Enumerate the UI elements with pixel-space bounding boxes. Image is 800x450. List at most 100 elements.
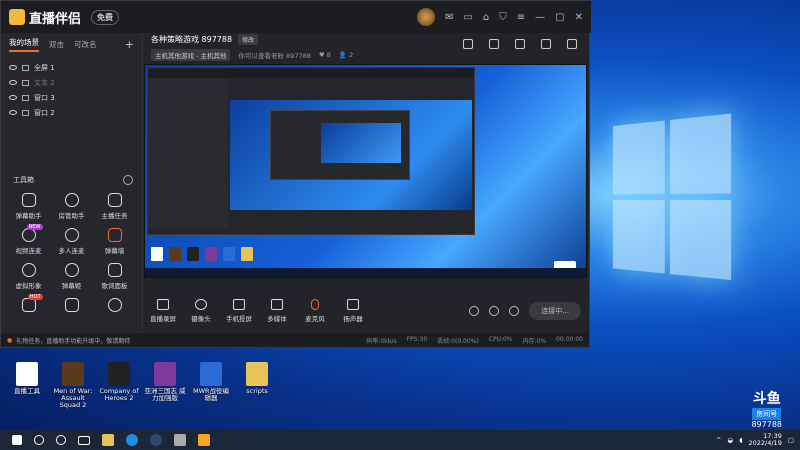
share-icon[interactable] [567, 39, 577, 49]
puzzle-icon [64, 298, 79, 312]
tool-item[interactable]: 虚拟形象 [7, 263, 50, 290]
likes-count: 8 [326, 51, 331, 59]
source-icon [22, 94, 29, 101]
header-actions [463, 39, 577, 49]
lock-icon[interactable] [489, 39, 499, 49]
desktop-icon-label: 亚洲三国志 威力加强版 [144, 387, 186, 403]
tab-my-scenes[interactable]: 我的场景 [9, 37, 39, 52]
control-label: 多媒体 [267, 315, 287, 323]
task-view-icon[interactable] [78, 435, 90, 445]
search-icon[interactable] [34, 435, 44, 445]
volume-icon[interactable]: ◖ [739, 436, 742, 444]
mic-button[interactable]: 麦克风 [296, 299, 334, 323]
desktop-icon[interactable]: 亚洲三国志 威力加强版 [144, 362, 186, 409]
screen-icon[interactable]: ▭ [463, 12, 472, 23]
streaming-app-icon[interactable] [198, 434, 210, 446]
tool-label: 歌词面板 [101, 282, 128, 290]
start-icon[interactable] [12, 435, 22, 445]
media-icon [271, 299, 283, 310]
eye-icon[interactable] [9, 95, 17, 100]
gift-icon[interactable]: ⌂ [483, 12, 489, 23]
douyu-watermark: 斗鱼 房间号 897788 [751, 388, 782, 429]
tool-label: 多人连麦 [58, 247, 85, 255]
tool-item[interactable] [93, 298, 136, 312]
scene-item[interactable]: 文本 2 [1, 75, 142, 90]
scene-label: 窗口 3 [34, 93, 55, 102]
tool-item[interactable]: 歌词面板 [93, 263, 136, 290]
start-live-button[interactable]: 连接中... [529, 302, 581, 320]
scene-item[interactable]: 全屏 1 [1, 60, 142, 75]
steam-icon[interactable] [150, 434, 162, 446]
tool-item[interactable]: 多人连麦 [50, 228, 93, 255]
minimize-icon[interactable]: — [535, 12, 545, 23]
gamepad-icon [107, 298, 122, 312]
tab-double-click[interactable]: 双击 [49, 39, 64, 50]
eye-icon[interactable] [9, 80, 17, 85]
avatar[interactable] [417, 8, 436, 26]
file-explorer-icon[interactable] [102, 434, 114, 446]
tool-item[interactable]: 弹幕助手 [7, 193, 50, 220]
notification-icon[interactable]: ▢ [788, 436, 794, 444]
control-label: 摄像头 [191, 315, 211, 323]
notification-area-icon[interactable]: ^ [716, 436, 721, 444]
maximize-icon[interactable]: ▢ [555, 12, 564, 23]
tool-item[interactable]: 弹幕姬 [50, 263, 93, 290]
gift-icon[interactable] [515, 39, 525, 49]
category-selector[interactable]: 主机其他游戏 - 主机其他 [151, 49, 231, 61]
close-icon[interactable]: ✕ [575, 12, 583, 23]
brand-name: 直播伴侣 [29, 11, 82, 27]
scene-item[interactable]: 窗口 3 [1, 90, 142, 105]
left-panel: 我的场景 双击 可改名 + 全屏 1 文本 2 窗口 3 窗口 2 工具箱 弹幕… [1, 33, 143, 333]
tab-rename[interactable]: 可改名 [74, 39, 97, 50]
tool-item[interactable] [50, 298, 93, 312]
avatar-icon [21, 263, 36, 277]
menu-icon[interactable]: ≡ [517, 12, 525, 23]
tool-item[interactable]: 房管助手 [50, 193, 93, 220]
tool-item[interactable]: 弹幕墙 [93, 228, 136, 255]
tool-item[interactable]: 主播任务 [93, 193, 136, 220]
speaker-button[interactable]: 扬声器 [334, 299, 372, 323]
brand-logo-icon [9, 9, 25, 25]
shirt-icon[interactable]: ⛉ [499, 12, 507, 23]
network-icon[interactable]: ◒ [727, 436, 733, 444]
notification-icon[interactable] [541, 39, 551, 49]
source-icon [22, 64, 29, 71]
mail-icon[interactable]: ✉ [445, 12, 453, 23]
tool-label: 弹幕姬 [61, 282, 82, 290]
stream-preview[interactable] [144, 64, 587, 278]
camera-button[interactable]: 摄像头 [182, 299, 220, 323]
gear-icon[interactable] [509, 306, 520, 316]
phone-cast-button[interactable]: 手机投屏 [220, 299, 258, 323]
screen-record-button[interactable]: 直播录屏 [144, 299, 182, 323]
desktop-icon[interactable]: MWR战役编辑器 [190, 362, 232, 409]
brand-badge[interactable]: 免费 [91, 9, 120, 25]
desktop-icon[interactable]: Men of War: Assault Squad 2 [52, 362, 94, 409]
media-button[interactable]: 多媒体 [258, 299, 296, 323]
add-scene-button[interactable]: + [125, 38, 134, 51]
desktop-icon[interactable]: Company of Heroes 2 [98, 362, 140, 409]
scene-item[interactable]: 窗口 2 [1, 105, 142, 120]
record-icon[interactable] [469, 306, 480, 316]
game-icon [108, 362, 130, 386]
clock[interactable]: 17:39 2022/4/19 [748, 432, 782, 447]
eye-icon[interactable] [489, 306, 500, 316]
taskbar: ^ ◒ ◖ 17:39 2022/4/19 ▢ [0, 430, 800, 450]
cortana-icon[interactable] [56, 435, 66, 445]
likes: ♥ 8 [318, 51, 331, 59]
desktop-icon[interactable]: scripts [236, 362, 278, 409]
tool-item[interactable]: NEW 视频连麦 [7, 224, 50, 255]
eye-icon[interactable] [9, 65, 17, 70]
store-icon[interactable] [463, 39, 473, 49]
viewers: 👤 2 [338, 51, 354, 59]
desktop-icon[interactable]: 直播工具 [6, 362, 48, 409]
collapse-icon[interactable] [123, 175, 133, 185]
clock-date: 2022/4/19 [748, 439, 782, 447]
edge-icon[interactable] [126, 434, 138, 446]
app-icon[interactable] [174, 434, 186, 446]
screen-icon [157, 299, 169, 310]
eye-icon[interactable] [9, 110, 17, 115]
desktop-icons: 直播工具 Men of War: Assault Squad 2 Company… [6, 362, 278, 409]
viewers-count: 2 [349, 51, 354, 59]
edit-title-button[interactable]: 修改 [238, 34, 259, 45]
tool-item[interactable]: HOT [7, 294, 50, 312]
